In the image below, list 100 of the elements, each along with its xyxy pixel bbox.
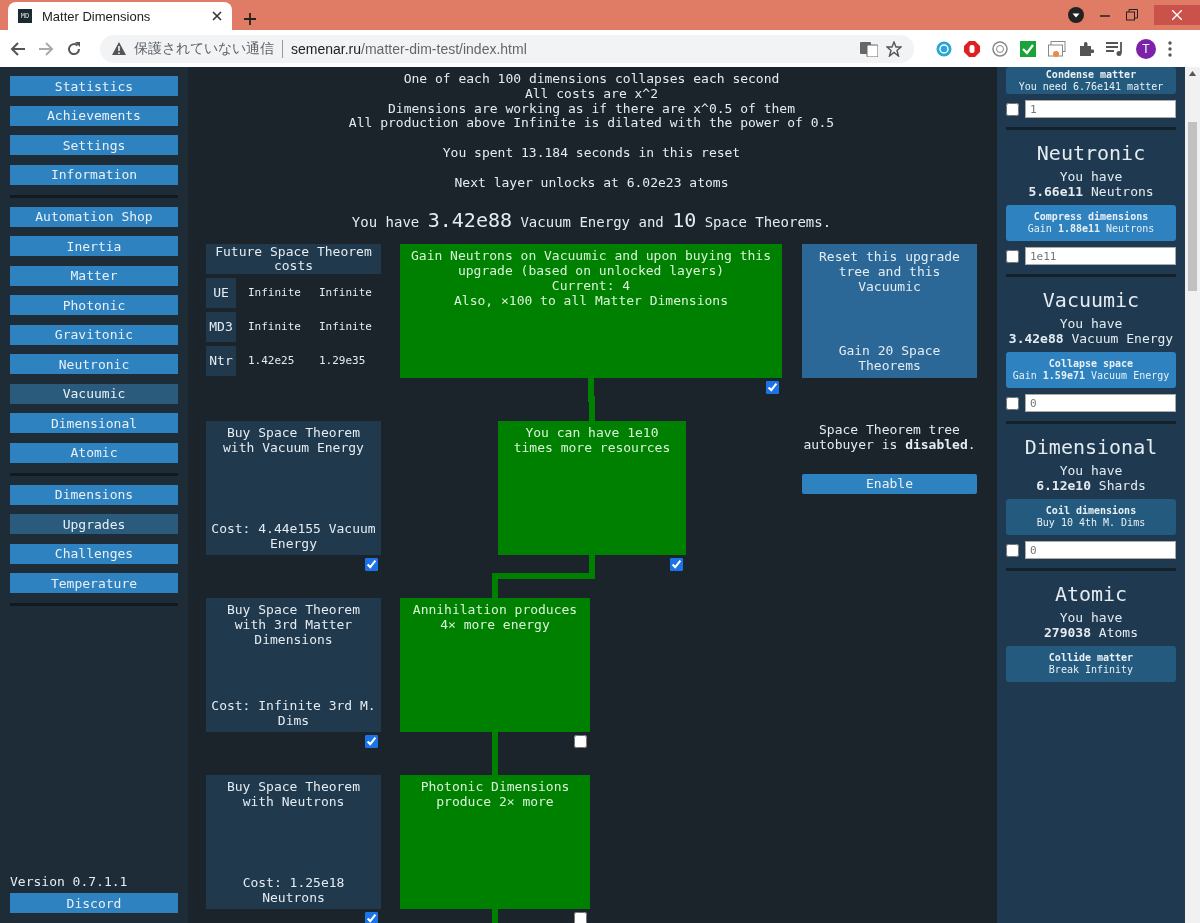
auto-buy-checkbox[interactable] (365, 735, 378, 749)
sidebar-tab[interactable]: Photonic (10, 295, 178, 315)
upgrade-checkbox[interactable] (670, 558, 683, 572)
plus-icon[interactable] (244, 13, 256, 25)
auto-buy-checkbox[interactable] (365, 558, 378, 572)
layer-text: You have (1058, 169, 1124, 184)
auto-reset-checkbox[interactable] (1006, 543, 1019, 557)
puzzle-icon[interactable] (1078, 40, 1094, 57)
connector-line (588, 377, 595, 421)
sidebar-tab[interactable]: Statistics (10, 76, 178, 96)
address-bar[interactable]: 保護されていない通信 semenar.ru/matter-dim-test/index.html (100, 34, 914, 63)
back-arrow-icon[interactable] (10, 40, 26, 57)
connector-line (492, 731, 498, 775)
cost-text: Cost: Infinite 3rd M. Dims (210, 697, 377, 728)
sidebar-tab[interactable]: Automation Shop (10, 206, 178, 227)
layer-title: Neutronic (1035, 140, 1147, 166)
sidebar-tab[interactable]: Atomic (10, 442, 178, 463)
layer-reset-button[interactable]: Collide matter Break Infinity (1006, 646, 1176, 682)
upgrade-node[interactable]: Photonic Dimensions produce 2× more (400, 774, 590, 909)
layer-amount: 279038 Atoms (1043, 625, 1139, 640)
buy-theorem-card[interactable]: Buy Space Theorem with 3rd Matter Dimensions Cost: Infinite 3rd M. Dims (206, 597, 381, 732)
card-text: Buy Space Theorem with Neutrons (225, 778, 362, 809)
buy-theorem-card[interactable]: Buy Space Theorem with Neutrons Cost: 1.25e18 Neutrons (206, 774, 381, 909)
layer-amount: 6.12e10 Shards (1035, 478, 1147, 493)
sidebar-tab[interactable]: Neutronic (10, 354, 178, 374)
url-text: semenar.ru/matter-dim-test/index.html (291, 40, 528, 57)
layer-amount: 5.66e11 Neutrons (1027, 184, 1155, 199)
layer-reset-button[interactable]: Collapse space Gain 1.59e71 Vacuum Energy (1006, 352, 1176, 388)
info-text: You spent 13.184 seconds in this reset (441, 146, 742, 161)
amount-field[interactable]: 0 (1025, 394, 1176, 412)
sidebar-tab[interactable]: Vacuumic (10, 383, 178, 404)
cost-text: Cost: 4.44e155 Vacuum Energy (210, 520, 377, 551)
star-icon[interactable] (886, 40, 902, 57)
layer-reset-button[interactable]: Condense matter You need 6.76e141 matter (1006, 67, 1176, 94)
sidebar-tab[interactable]: Upgrades (10, 514, 178, 534)
extension-icon[interactable] (992, 40, 1008, 57)
layer-amount: 3.42e88 Vacuum Energy (1007, 331, 1175, 346)
table-row-label: MD3 (206, 311, 236, 342)
sidebar-tab[interactable]: Matter (10, 265, 178, 286)
reset-tree-button[interactable]: Reset this upgrade tree and this Vacuumic Gain 20 Space Theorems (802, 243, 977, 378)
sidebar-tab[interactable]: Temperature (10, 573, 178, 593)
sidebar-tab[interactable]: Inertia (10, 236, 178, 256)
table-cell-text: Infinite (318, 320, 373, 334)
auto-reset-checkbox[interactable] (1006, 102, 1019, 116)
sidebar-tab[interactable]: Challenges (10, 543, 178, 564)
amount-field[interactable]: 1 (1025, 100, 1176, 118)
menu-icon[interactable] (1168, 40, 1172, 57)
security-label: 保護されていない通信 (134, 39, 283, 58)
resource-summary: You have 3.42e88 Vacuum Energy and 10 Space Theorems. (350, 209, 833, 232)
amount-field[interactable]: 1e11 (1025, 247, 1176, 265)
close-window-button[interactable] (1154, 5, 1200, 25)
info-text: All costs are x^2 (523, 86, 659, 102)
layer-text: You have (1058, 316, 1124, 331)
restore-icon[interactable] (1126, 9, 1138, 21)
profile-avatar[interactable]: T (1136, 38, 1156, 59)
table-cell-text: Infinite (247, 286, 302, 300)
warning-icon (112, 42, 126, 55)
upgrade-checkbox[interactable] (574, 735, 587, 749)
auto-buy-checkbox[interactable] (365, 912, 378, 923)
upgrade-node[interactable]: Gain Neutrons on Vacuumic and upon buying this upgrade (based on unlocked layers) Current: 4 Also, ×100 to all Matter Dimensions (400, 243, 782, 378)
sidebar-tab[interactable]: Settings (10, 135, 178, 155)
auto-reset-checkbox[interactable] (1006, 396, 1019, 410)
media-icon[interactable] (1106, 40, 1124, 57)
table-row-label: Ntr (206, 345, 236, 376)
upgrade-node[interactable]: Annihilation produces 4× more energy (400, 597, 590, 732)
sidebar-tab[interactable]: Gravitonic (10, 324, 178, 345)
dropdown-icon[interactable] (1068, 7, 1084, 23)
sidebar-tab[interactable]: Dimensional (10, 413, 178, 433)
scroll-up-icon[interactable] (1189, 71, 1196, 76)
table-cell-text: Infinite (247, 320, 302, 334)
table-cell-text: 1.29e35 (318, 354, 367, 368)
sidebar-tab[interactable]: Information (10, 164, 178, 185)
card-text: Buy Space Theorem with 3rd Matter Dimensions (225, 601, 362, 647)
layer-text: You have (1058, 463, 1124, 478)
discord-button[interactable]: Discord (10, 893, 178, 913)
close-icon[interactable] (212, 11, 222, 21)
upgrade-checkbox[interactable] (574, 912, 587, 923)
card-text: Buy Space Theorem with Vacuum Energy (222, 424, 365, 455)
scroll-thumb[interactable] (1188, 122, 1197, 291)
sidebar-tab[interactable]: Achievements (10, 105, 178, 126)
buy-theorem-card[interactable]: Buy Space Theorem with Vacuum Energy Cost: 4.44e155 Vacuum Energy (206, 420, 381, 555)
sidebar-tab[interactable]: Dimensions (10, 484, 178, 505)
scrollbar[interactable] (1185, 67, 1200, 923)
upgrade-checkbox[interactable] (766, 381, 779, 395)
layer-reset-button[interactable]: Compress dimensions Gain 1.88e11 Neutrons (1006, 205, 1176, 241)
upgrade-node[interactable]: You can have 1e10 times more resources (498, 420, 686, 555)
layer-title: Dimensional (1023, 434, 1159, 460)
auto-reset-checkbox[interactable] (1006, 249, 1019, 263)
close-icon (1172, 10, 1182, 20)
enable-button[interactable]: Enable (802, 473, 977, 494)
reload-icon[interactable] (66, 40, 82, 57)
extension-icon[interactable] (936, 40, 952, 57)
info-text: All production above Infinite is dilated with the power of 0.5 (347, 116, 836, 132)
checkmark-icon[interactable] (1020, 40, 1036, 57)
amount-field[interactable]: 0 (1025, 541, 1176, 559)
table-cell-text: Infinite (318, 286, 373, 300)
cost-text: Cost: 1.25e18 Neutrons (241, 874, 346, 905)
table-title: Future Space Theorem costs (206, 243, 381, 274)
table-cell-text: 1.42e25 (247, 354, 296, 368)
layer-reset-button[interactable]: Coil dimensions Buy 10 4th M. Dims (1006, 499, 1176, 535)
